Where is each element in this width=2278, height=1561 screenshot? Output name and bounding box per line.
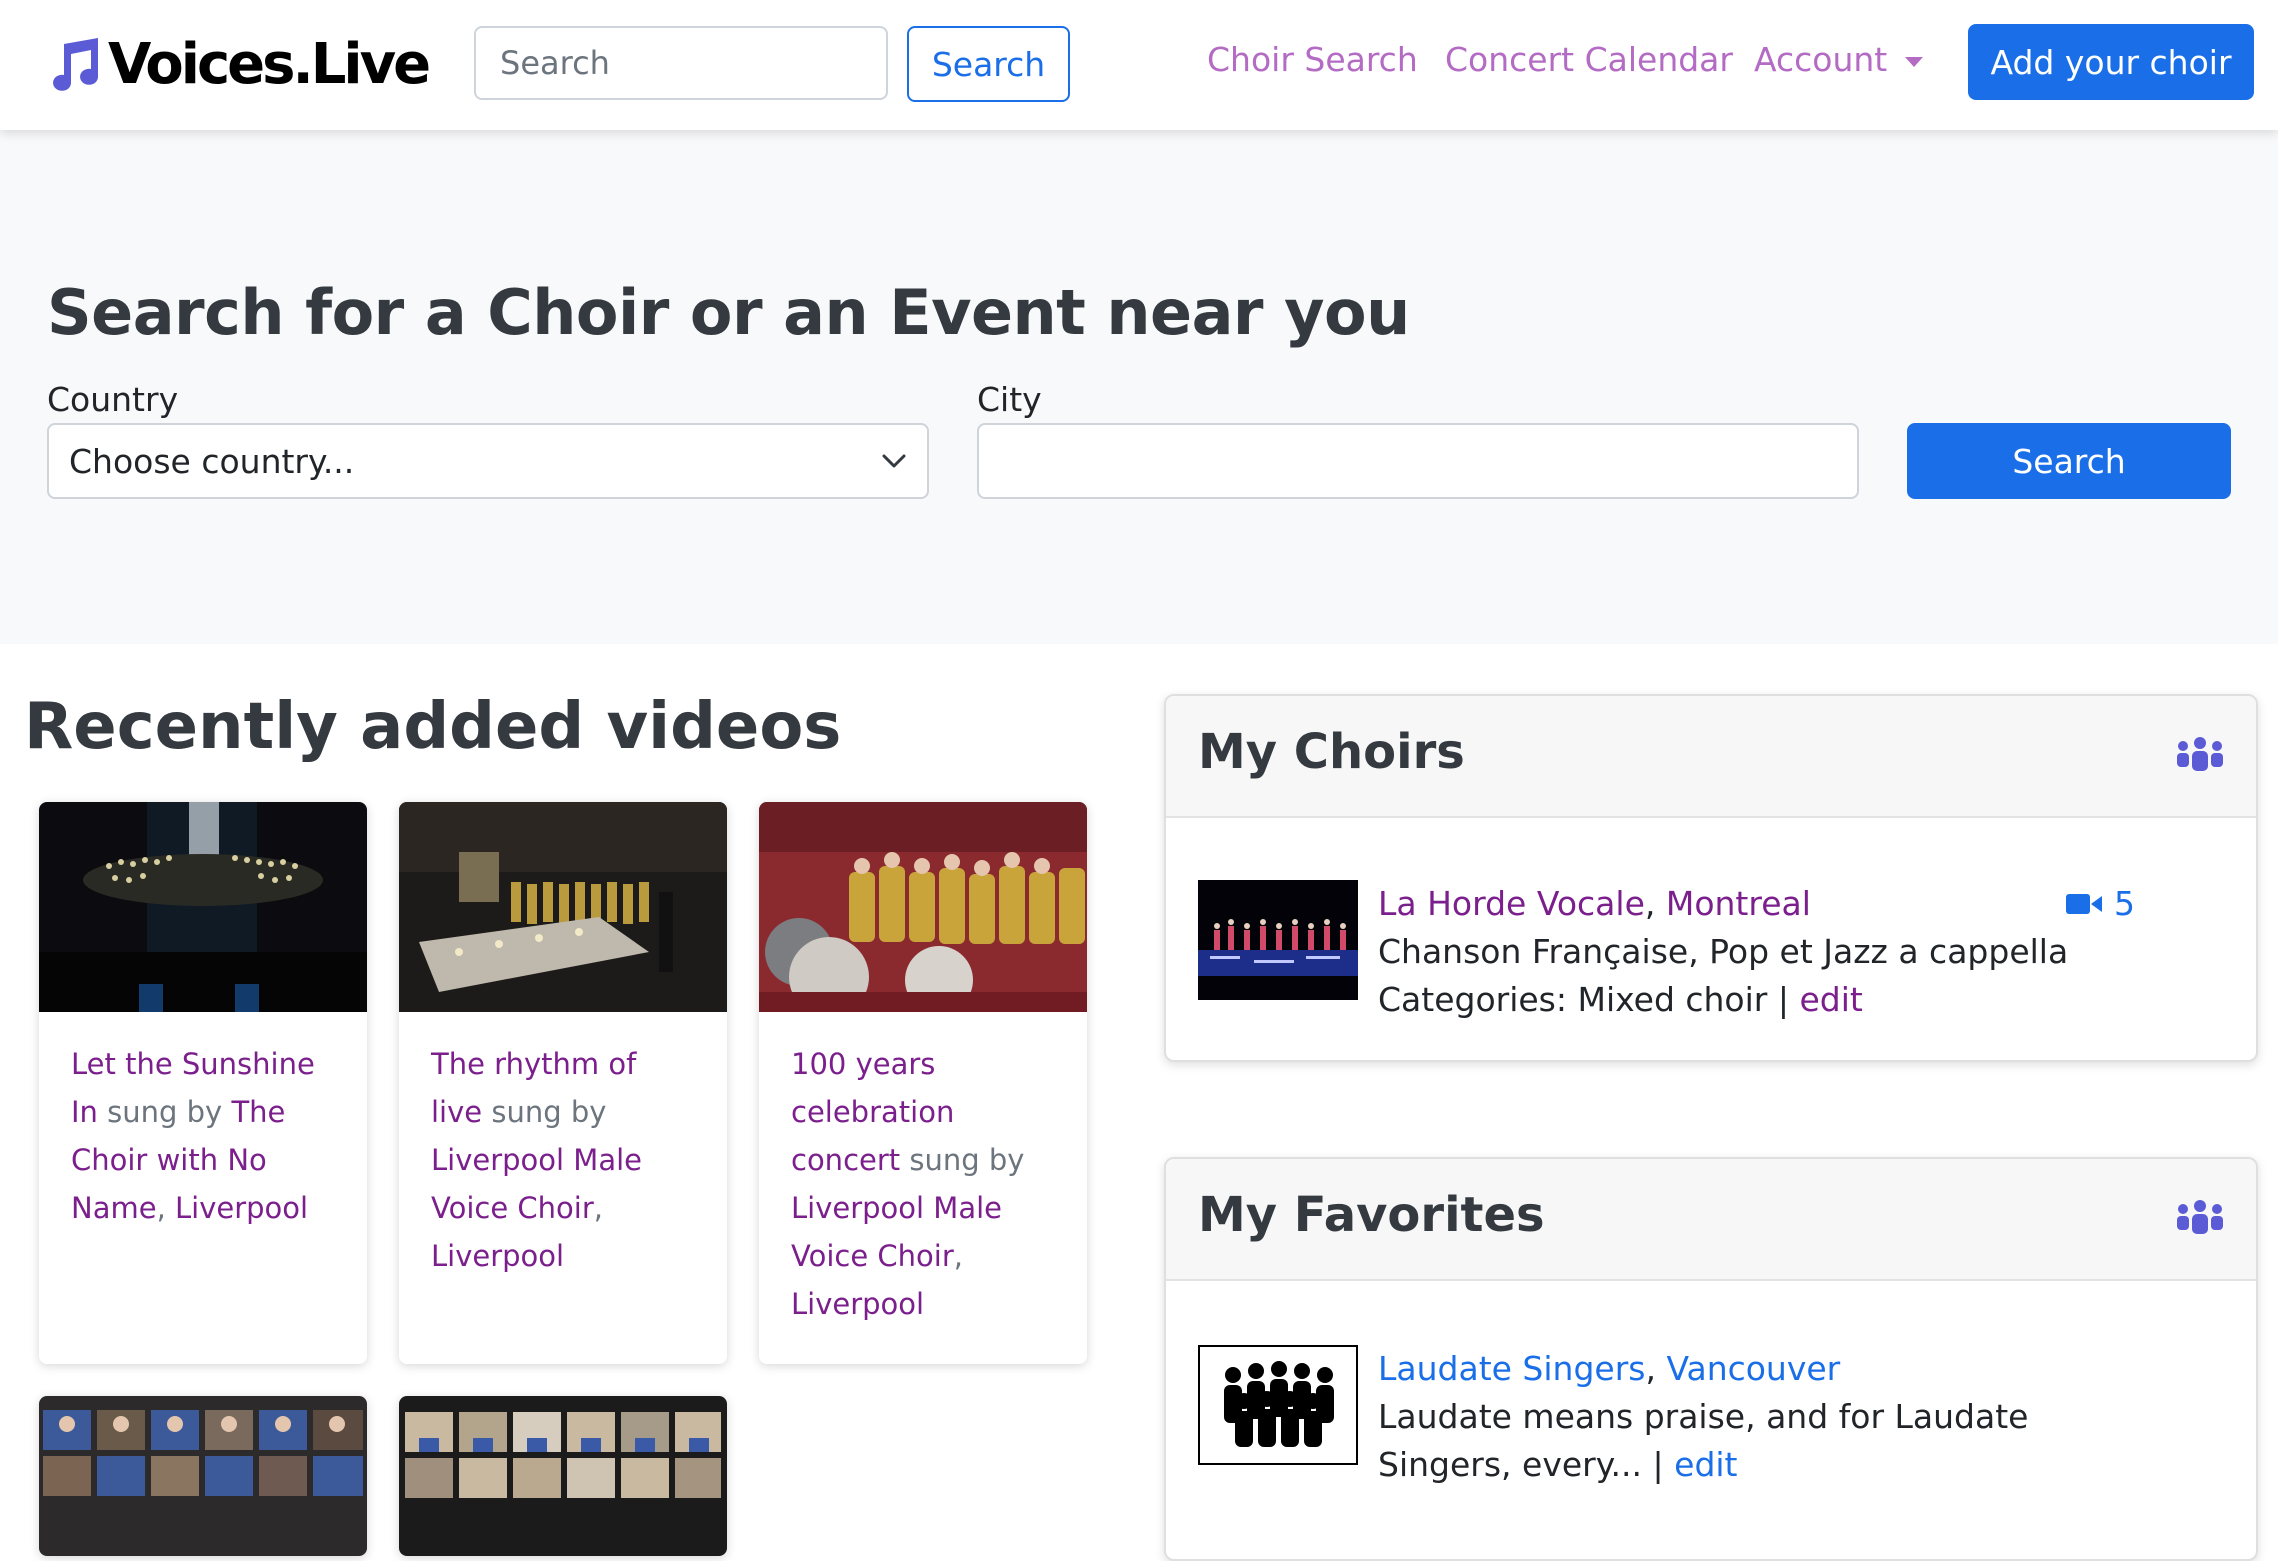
- video-card[interactable]: 100 years celebration concert sung by Li…: [759, 802, 1087, 1364]
- my-favorites-header: My Favorites: [1166, 1159, 2256, 1281]
- video-city-link[interactable]: Liverpool: [791, 1287, 924, 1321]
- hero-search-button[interactable]: Search: [1907, 423, 2231, 499]
- people-group-icon: [2177, 1200, 2223, 1234]
- nav-link-choir-search[interactable]: Choir Search: [1207, 40, 1418, 79]
- people-group-icon: [2177, 737, 2223, 771]
- video-thumbnail[interactable]: [39, 1396, 367, 1556]
- my-favorites-title: My Favorites: [1198, 1187, 1545, 1243]
- nav-search-button[interactable]: Search: [907, 26, 1070, 102]
- my-favorite-entry: Laudate Singers, Vancouver Laudate means…: [1198, 1345, 2028, 1489]
- nav-account-dropdown[interactable]: Account: [1754, 40, 1924, 79]
- nav-link-concert-calendar[interactable]: Concert Calendar: [1445, 40, 1733, 79]
- country-label: Country: [47, 380, 179, 419]
- sung-by-text: sung by: [491, 1095, 607, 1129]
- my-favorite-details: Laudate Singers, Vancouver Laudate means…: [1378, 1349, 2029, 1484]
- caret-down-icon: [1905, 56, 1924, 67]
- country-select[interactable]: Choose country...: [47, 423, 929, 499]
- city-input[interactable]: [977, 423, 1859, 499]
- choir-description: Chanson Française, Pop et Jazz a cappell…: [1378, 932, 2069, 971]
- video-caption: 100 years celebration concert sung by Li…: [791, 1047, 1025, 1321]
- hero-title: Search for a Choir or an Event near you: [47, 276, 1410, 349]
- choir-placeholder-thumbnail[interactable]: [1198, 1345, 1358, 1465]
- video-count-value: 5: [2114, 884, 2135, 923]
- sung-by-text: sung by: [909, 1143, 1025, 1177]
- chevron-down-icon: [882, 454, 906, 468]
- brand-logo[interactable]: Voices.Live: [44, 24, 431, 104]
- video-thumbnail[interactable]: [399, 1396, 727, 1556]
- recent-videos-heading: Recently added videos: [24, 690, 842, 764]
- nav-account-label: Account: [1754, 40, 1888, 79]
- video-caption: Let the Sunshine In sung by The Choir wi…: [71, 1047, 315, 1225]
- choir-city-link[interactable]: Montreal: [1666, 884, 1811, 923]
- video-thumbnail[interactable]: [399, 802, 727, 1012]
- nav-search-input[interactable]: [474, 26, 888, 100]
- choir-thumbnail[interactable]: [1198, 880, 1358, 1000]
- choir-edit-link[interactable]: edit: [1799, 980, 1862, 1019]
- my-choir-details: La Horde Vocale, Montreal Chanson França…: [1378, 880, 2135, 1024]
- my-choirs-header: My Choirs: [1166, 696, 2256, 818]
- favorite-description-line2: Singers, every...: [1378, 1445, 1643, 1484]
- video-camera-icon: [2066, 894, 2102, 914]
- city-label: City: [977, 380, 1042, 419]
- video-card[interactable]: [399, 1396, 727, 1556]
- video-caption: The rhythm of live sung by Liverpool Mal…: [431, 1047, 643, 1273]
- video-card[interactable]: The rhythm of live sung by Liverpool Mal…: [399, 802, 727, 1364]
- favorite-description-line1: Laudate means praise, and for Laudate: [1378, 1397, 2029, 1436]
- video-choir-link[interactable]: Liverpool Male Voice Choir: [431, 1143, 642, 1225]
- video-city-link[interactable]: Liverpool: [431, 1239, 564, 1273]
- my-favorites-panel: My Favorites Laudate Singers, Vancouver …: [1164, 1157, 2258, 1561]
- video-thumbnail[interactable]: [39, 802, 367, 1012]
- video-thumbnail[interactable]: [759, 802, 1087, 1012]
- add-choir-button[interactable]: Add your choir: [1968, 24, 2254, 100]
- favorite-city-link[interactable]: Vancouver: [1666, 1349, 1840, 1388]
- video-card[interactable]: [39, 1396, 367, 1556]
- favorite-edit-link[interactable]: edit: [1674, 1445, 1737, 1484]
- video-card[interactable]: Let the Sunshine In sung by The Choir wi…: [39, 802, 367, 1364]
- choir-name-link[interactable]: La Horde Vocale: [1378, 884, 1645, 923]
- country-selected-value: Choose country...: [69, 441, 355, 481]
- choir-categories: Categories: Mixed choir: [1378, 980, 1768, 1019]
- video-choir-link[interactable]: Liverpool Male Voice Choir: [791, 1191, 1002, 1273]
- video-city-link[interactable]: Liverpool: [175, 1191, 308, 1225]
- favorite-name-link[interactable]: Laudate Singers: [1378, 1349, 1645, 1388]
- hero-search-section: Search for a Choir or an Event near you …: [0, 130, 2278, 644]
- music-note-icon: [53, 38, 99, 91]
- choir-video-count[interactable]: 5: [2066, 880, 2135, 928]
- navbar: Voices.Live Search Choir Search Concert …: [0, 0, 2278, 130]
- my-choirs-title: My Choirs: [1198, 724, 1465, 780]
- sung-by-text: sung by: [107, 1095, 223, 1129]
- brand-name: Voices.Live: [108, 31, 431, 97]
- my-choirs-panel: My Choirs La Horde Vocale, Montreal Chan…: [1164, 694, 2258, 1062]
- my-choir-entry: La Horde Vocale, Montreal Chanson França…: [1198, 880, 2135, 1024]
